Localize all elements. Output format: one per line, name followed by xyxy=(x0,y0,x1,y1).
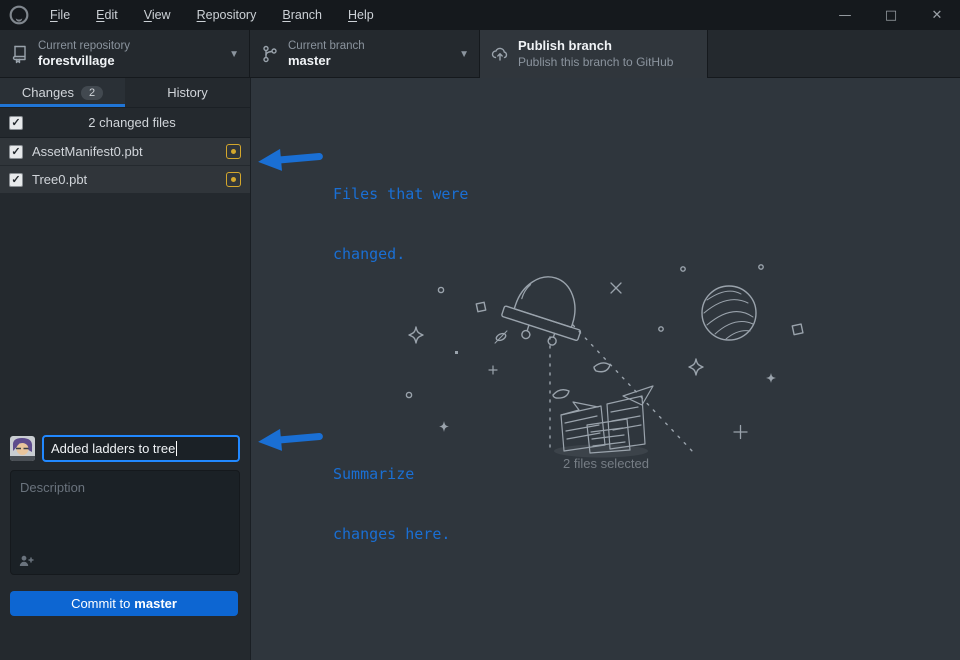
select-all-checkbox[interactable]: ✓ xyxy=(9,116,23,130)
commit-form: Added ladders to tree Description Commit… xyxy=(0,425,250,626)
file-checkbox[interactable]: ✓ xyxy=(9,173,23,187)
commit-button-branch: master xyxy=(134,596,177,611)
commit-summary-input[interactable]: Added ladders to tree xyxy=(42,435,240,462)
commit-to-master-button[interactable]: Commit to master xyxy=(10,591,238,616)
changes-history-tabs: Changes 2 History xyxy=(0,78,250,108)
maximize-button[interactable]: □ xyxy=(868,0,914,30)
menu-item-help[interactable]: Help xyxy=(337,4,385,26)
add-coauthor-icon[interactable] xyxy=(19,555,34,567)
current-branch-value: master xyxy=(288,53,365,69)
file-name: Tree0.pbt xyxy=(32,172,226,187)
publish-branch-title: Publish branch xyxy=(518,38,673,54)
annotation-line: Files that were xyxy=(333,184,468,204)
tab-history[interactable]: History xyxy=(125,78,250,107)
github-desktop-window: File Edit View Repository Branch Help — … xyxy=(0,0,960,660)
file-row-tree0[interactable]: ✓ Tree0.pbt xyxy=(0,166,250,194)
annotation-line: changes here. xyxy=(333,524,450,544)
modified-status-icon xyxy=(226,172,241,187)
git-branch-icon xyxy=(260,44,280,64)
current-repository-label: Current repository xyxy=(38,39,130,53)
publish-branch-subtitle: Publish this branch to GitHub xyxy=(518,55,673,70)
current-repository-value: forestvillage xyxy=(38,53,130,69)
annotation-line: Summarize xyxy=(333,464,450,484)
window-controls: — □ ✕ xyxy=(822,0,960,30)
commit-button-prefix: Commit to xyxy=(71,596,130,611)
changed-files-count: 2 changed files xyxy=(23,115,241,130)
titlebar: File Edit View Repository Branch Help — … xyxy=(0,0,960,30)
close-button[interactable]: ✕ xyxy=(914,0,960,30)
menu-item-repository[interactable]: Repository xyxy=(186,4,268,26)
annotation-summarize-changes: Summarize changes here. xyxy=(257,424,450,584)
menu-item-view[interactable]: View xyxy=(133,4,182,26)
current-branch-label: Current branch xyxy=(288,39,365,53)
commit-summary-value: Added ladders to tree xyxy=(51,441,175,456)
file-row-assetmanifest[interactable]: ✓ AssetManifest0.pbt xyxy=(0,138,250,166)
user-avatar xyxy=(10,436,35,461)
repo-book-icon xyxy=(10,44,30,64)
commit-description-textarea[interactable]: Description xyxy=(10,470,240,575)
left-arrow-icon xyxy=(256,421,326,457)
files-selected-caption: 2 files selected xyxy=(411,456,801,471)
left-arrow-icon xyxy=(256,141,326,177)
description-placeholder: Description xyxy=(20,480,85,495)
publish-branch-button[interactable]: Publish branch Publish this branch to Gi… xyxy=(480,30,708,78)
text-caret xyxy=(176,441,177,456)
cloud-upload-icon xyxy=(490,44,510,64)
current-branch-dropdown[interactable]: Current branch master ▼ xyxy=(250,30,480,78)
modified-status-icon xyxy=(226,144,241,159)
menu-item-file[interactable]: File xyxy=(39,4,81,26)
chevron-down-icon: ▼ xyxy=(459,49,469,60)
file-checkbox[interactable]: ✓ xyxy=(9,145,23,159)
github-logo-icon xyxy=(9,5,29,25)
chevron-down-icon: ▼ xyxy=(229,49,239,60)
minimize-button[interactable]: — xyxy=(822,0,868,30)
tab-changes-label: Changes xyxy=(22,85,74,100)
sidebar: Changes 2 History ✓ 2 changed files ✓ As… xyxy=(0,78,250,660)
current-repository-dropdown[interactable]: Current repository forestvillage ▼ xyxy=(0,30,250,78)
toolbar: Current repository forestvillage ▼ Curre… xyxy=(0,30,960,78)
annotation-line: changed. xyxy=(333,244,468,264)
changed-files-header: ✓ 2 changed files xyxy=(0,108,250,138)
tab-changes[interactable]: Changes 2 xyxy=(0,78,125,107)
file-name: AssetManifest0.pbt xyxy=(32,144,226,159)
annotation-files-changed: Files that were changed. xyxy=(257,144,468,304)
changes-count-badge: 2 xyxy=(81,86,103,100)
menu-bar: File Edit View Repository Branch Help xyxy=(39,4,385,26)
tab-history-label: History xyxy=(167,85,207,100)
menu-item-edit[interactable]: Edit xyxy=(85,4,129,26)
menu-item-branch[interactable]: Branch xyxy=(271,4,333,26)
main-content: 2 files selected Files that were changed… xyxy=(250,78,960,660)
